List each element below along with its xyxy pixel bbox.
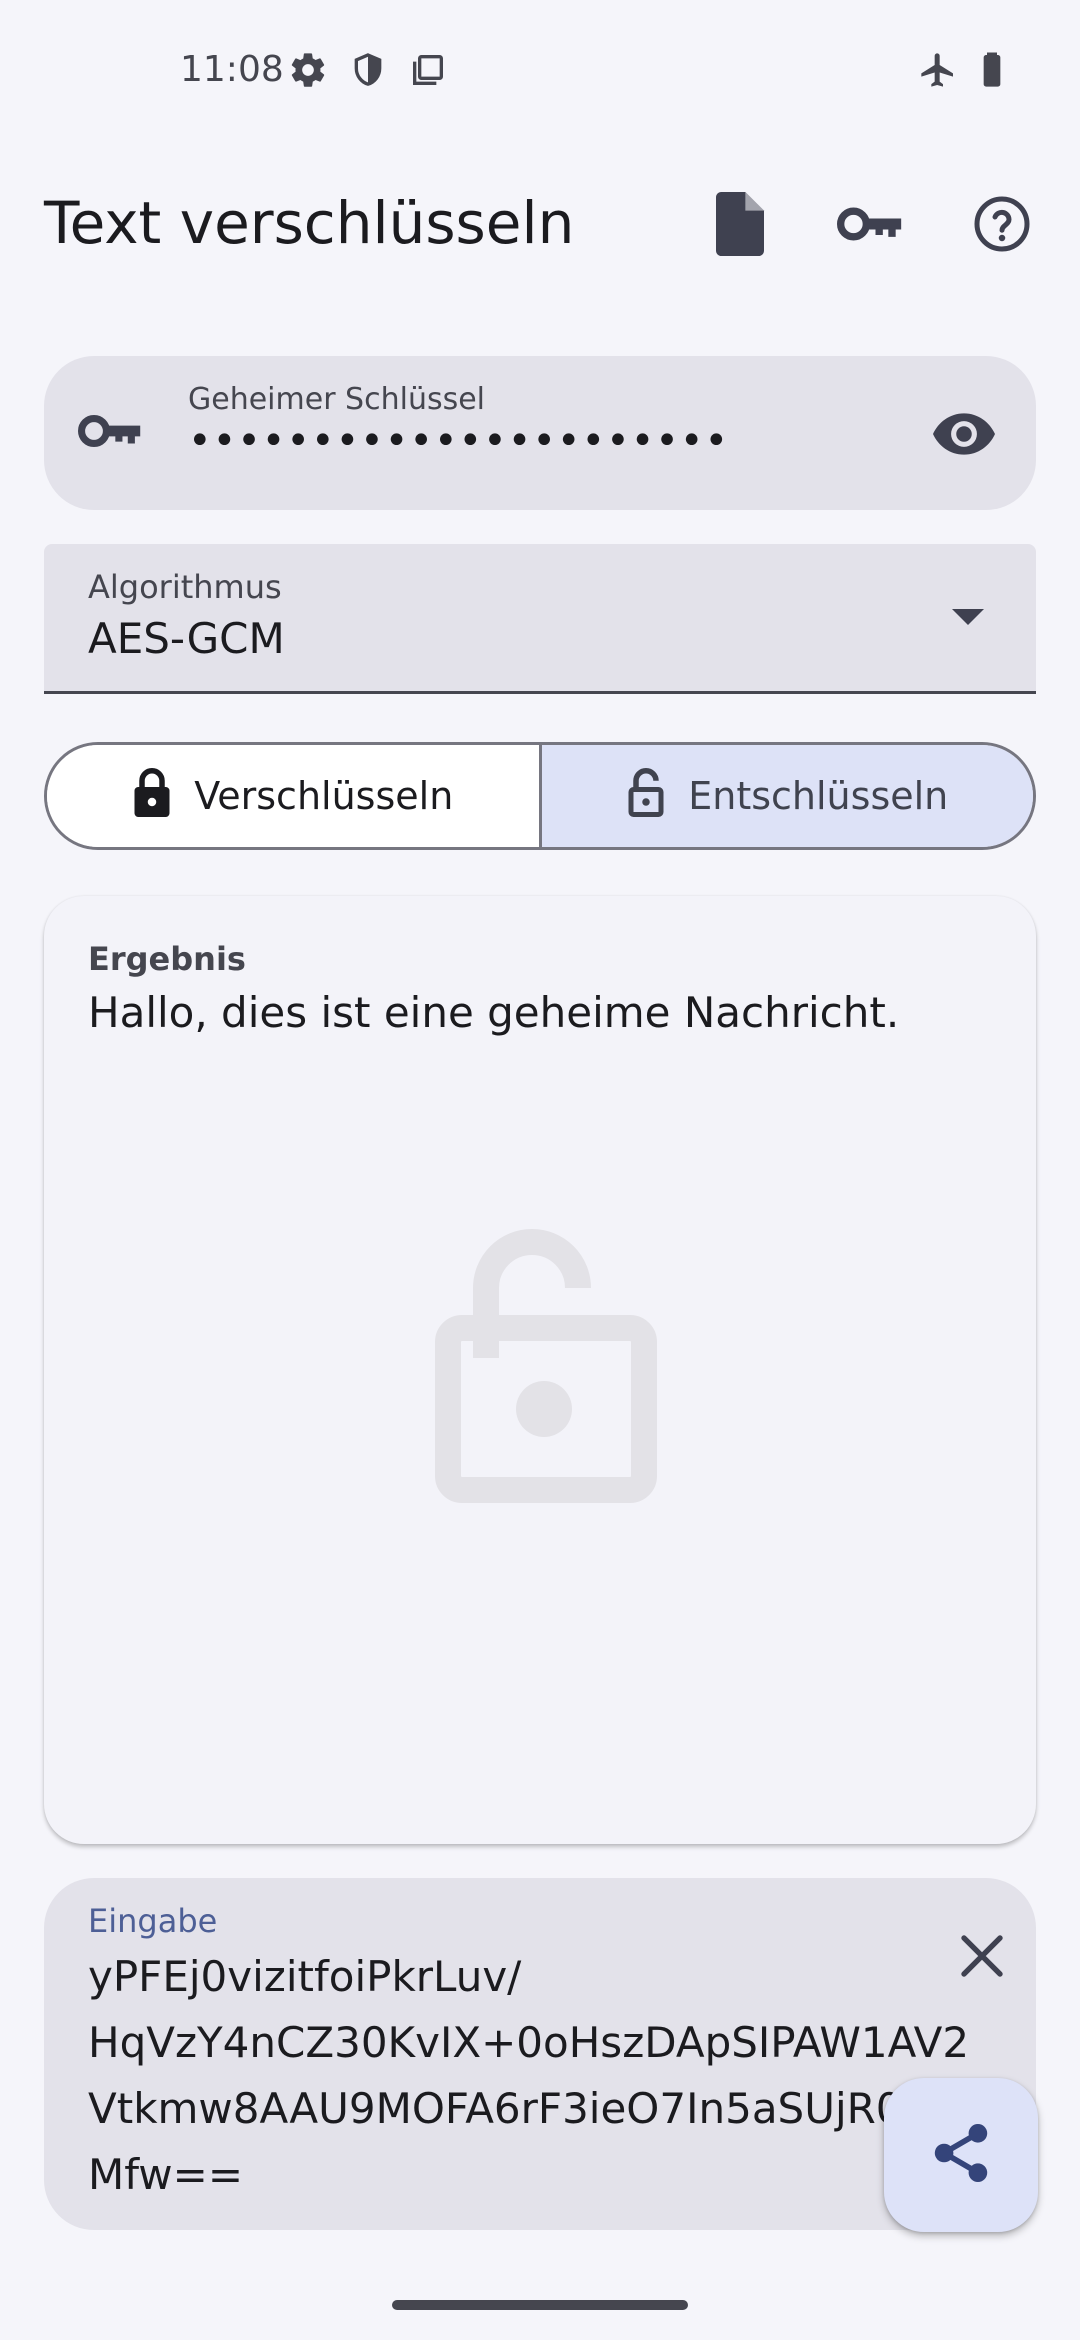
- chevron-down-icon: [952, 608, 984, 630]
- share-icon: [932, 2122, 990, 2188]
- mode-toggle: Verschlüsseln Entschlüsseln: [44, 742, 1036, 850]
- lock-icon: [132, 767, 172, 826]
- encrypt-label: Verschlüsseln: [194, 774, 454, 818]
- algorithm-dropdown[interactable]: Algorithmus AES-GCM: [44, 544, 1036, 694]
- decrypt-label: Entschlüsseln: [688, 774, 949, 818]
- help-icon[interactable]: [964, 186, 1040, 262]
- input-line: Vtkmw8AAU9MOFA6rF3ieO7In5aSUjR0: [88, 2084, 903, 2133]
- eye-icon[interactable]: [932, 404, 996, 464]
- lock-open-icon: [424, 1218, 664, 1522]
- share-button[interactable]: [884, 2078, 1038, 2232]
- input-line: HqVzY4nCZ30KvIX+0oHszDApSIPAW1AV2: [88, 2018, 970, 2067]
- algorithm-label: Algorithmus: [88, 568, 282, 606]
- result-label: Ergebnis: [88, 940, 246, 978]
- airplane-icon: [918, 50, 958, 90]
- result-card: Ergebnis Hallo, dies ist eine geheime Na…: [44, 896, 1036, 1844]
- result-text[interactable]: Hallo, dies ist eine geheime Nachricht.: [88, 988, 899, 1037]
- key-icon: [78, 412, 142, 454]
- secret-key-value[interactable]: ••••••••••••••••••••••: [188, 418, 729, 464]
- input-line: yPFEj0vizitfoiPkrLuv/: [88, 1952, 522, 2001]
- close-icon[interactable]: [944, 1918, 1020, 1994]
- battery-icon: [972, 50, 1012, 90]
- shield-icon: [348, 50, 388, 90]
- decrypt-button[interactable]: Entschlüsseln: [541, 745, 1033, 847]
- home-indicator[interactable]: [392, 2300, 688, 2310]
- key-icon[interactable]: [832, 186, 908, 262]
- encrypt-button[interactable]: Verschlüsseln: [47, 745, 542, 847]
- secret-key-field[interactable]: Geheimer Schlüssel •••••••••••••••••••••…: [44, 356, 1036, 510]
- gear-icon: [288, 50, 328, 90]
- secret-key-label: Geheimer Schlüssel: [188, 382, 486, 417]
- algorithm-value: AES-GCM: [88, 614, 285, 663]
- input-text[interactable]: yPFEj0vizitfoiPkrLuv/ HqVzY4nCZ30KvIX+0o…: [88, 1944, 1008, 2208]
- lock-open-icon: [626, 767, 666, 826]
- file-icon[interactable]: [702, 186, 778, 262]
- page-title: Text verschlüsseln: [44, 189, 575, 257]
- input-label: Eingabe: [88, 1902, 218, 1940]
- status-time: 11:08: [180, 49, 284, 90]
- copy-icon: [408, 50, 448, 90]
- input-line: Mfw==: [88, 2150, 244, 2199]
